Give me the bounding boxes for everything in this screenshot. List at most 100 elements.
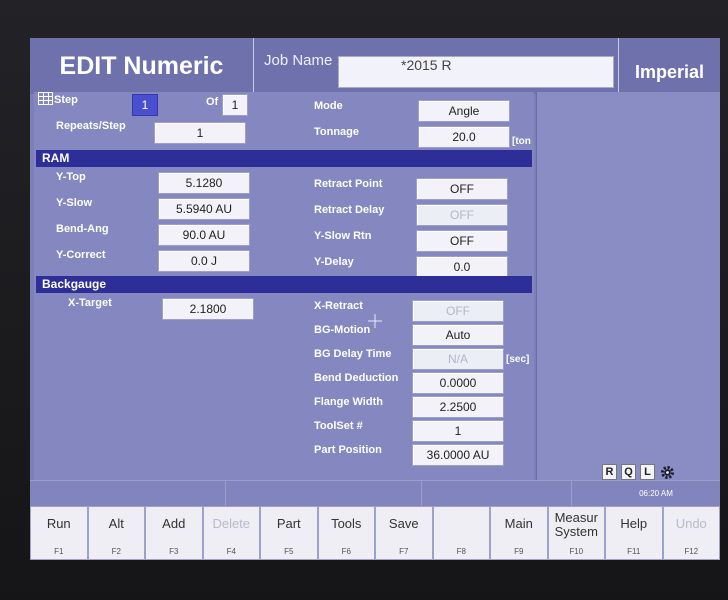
bend-deduction-label: Bend Deduction	[314, 372, 399, 384]
fkey-f7[interactable]: Save F7	[375, 506, 433, 560]
fkey-label: Add	[162, 516, 186, 531]
y-delay-label: Y-Delay	[314, 256, 354, 268]
backgauge-section-header: Backgauge	[36, 276, 532, 293]
fkey-f12: Undo F12	[662, 506, 720, 560]
gear-icon[interactable]	[659, 464, 676, 481]
status-cell	[30, 481, 226, 507]
step-label: Step	[54, 94, 78, 106]
bend-ang-field[interactable]: 90.0 AU	[158, 224, 250, 246]
function-key-bar: Run F1 Alt F2 Add F3 Delete F4 Part F5 Tools F6 Save…	[30, 506, 720, 560]
bg-motion-label: BG-Motion	[314, 324, 371, 336]
fkey-label: Undo	[675, 516, 707, 531]
units-indicator[interactable]: Imperial	[618, 38, 720, 94]
fkey-number: F7	[399, 547, 409, 556]
retract-point-field[interactable]: OFF	[416, 178, 508, 200]
y-top-field[interactable]: 5.1280	[158, 172, 250, 194]
job-name-area: Job Name : *2015 R	[254, 38, 618, 94]
fkey-f5[interactable]: Part F5	[260, 506, 318, 560]
retract-point-label: Retract Point	[314, 178, 383, 190]
fkey-number: F8	[456, 547, 466, 556]
y-slow-label: Y-Slow	[56, 197, 93, 209]
page-title: EDIT Numeric	[30, 38, 254, 94]
tonnage-unit: [ton	[512, 136, 531, 147]
mode-label: Mode	[314, 100, 343, 112]
l-button[interactable]: L	[640, 464, 655, 480]
fkey-label: Delete	[212, 516, 251, 531]
crosshair-cursor-icon	[368, 314, 382, 328]
fkey-number: F12	[684, 547, 699, 556]
y-slow-rtn-label: Y-Slow Rtn	[314, 230, 372, 242]
fkey-f11[interactable]: Help F11	[605, 506, 663, 560]
status-cell	[422, 481, 572, 507]
job-name-field[interactable]: *2015 R	[338, 56, 614, 88]
of-label: Of	[206, 96, 219, 108]
x-target-label: X-Target	[68, 297, 112, 309]
y-slow-field[interactable]: 5.5940 AU	[158, 198, 250, 220]
fkey-number: F2	[111, 547, 121, 556]
side-panel	[536, 92, 720, 480]
fkey-f1[interactable]: Run F1	[30, 506, 88, 560]
grid-icon	[38, 92, 53, 105]
bg-delay-time-label: BG Delay Time	[314, 348, 392, 360]
fkey-label: Main	[504, 516, 533, 531]
bend-deduction-field[interactable]: 0.0000	[412, 372, 504, 394]
y-top-label: Y-Top	[56, 171, 86, 183]
fkey-label: Alt	[108, 516, 124, 531]
fkey-f10[interactable]: Measur System F10	[547, 506, 605, 560]
toolset-field[interactable]: 1	[412, 420, 504, 442]
flange-width-label: Flange Width	[314, 396, 383, 408]
fkey-f3[interactable]: Add F3	[145, 506, 203, 560]
y-slow-rtn-field[interactable]: OFF	[416, 230, 508, 252]
of-field: 1	[222, 94, 248, 116]
fkey-number: F10	[569, 547, 584, 556]
fkey-number: F11	[627, 547, 641, 556]
part-position-label: Part Position	[314, 444, 382, 456]
fkey-label: Part	[276, 516, 301, 531]
job-name-label: Job Name :	[264, 52, 341, 69]
clock-display: 06:20 AM	[639, 489, 673, 498]
flange-width-field[interactable]: 2.2500	[412, 396, 504, 418]
fkey-f9[interactable]: Main F9	[490, 506, 548, 560]
x-retract-field: OFF	[412, 300, 504, 322]
toolset-label: ToolSet #	[314, 420, 363, 432]
fkey-f4: Delete F4	[202, 506, 260, 560]
mode-field[interactable]: Angle	[418, 100, 510, 122]
retract-delay-label: Retract Delay	[314, 204, 385, 216]
fkey-label: Run	[46, 516, 71, 531]
fkey-f8: F8	[432, 506, 490, 560]
fkey-number: F5	[284, 547, 294, 556]
fkey-number: F3	[169, 547, 179, 556]
fkey-label: Tools	[331, 516, 362, 531]
fkey-label: Help	[620, 516, 648, 531]
ram-section-header: RAM	[36, 150, 532, 167]
retract-delay-field: OFF	[416, 204, 508, 226]
step-field[interactable]: 1	[132, 94, 158, 116]
repeats-step-field[interactable]: 1	[154, 122, 246, 144]
status-bar: 06:20 AM	[30, 480, 720, 508]
screen: EDIT Numeric Job Name : *2015 R Imperial…	[30, 38, 720, 560]
edit-panel: Step 1 Of 1 Repeats/Step 1 Mode Angle To…	[34, 92, 534, 480]
fkey-label: Save	[388, 516, 419, 531]
tonnage-field[interactable]: 20.0	[418, 126, 510, 148]
y-delay-field[interactable]: 0.0	[416, 256, 508, 278]
q-button[interactable]: Q	[621, 464, 636, 480]
fkey-number: F1	[54, 547, 64, 556]
tonnage-label: Tonnage	[314, 126, 360, 138]
fkey-f6[interactable]: Tools F6	[317, 506, 375, 560]
fkey-number: F4	[226, 547, 236, 556]
status-cell	[226, 481, 422, 507]
bend-ang-label: Bend-Ang	[56, 223, 109, 235]
fkey-f2[interactable]: Alt F2	[87, 506, 145, 560]
y-correct-field[interactable]: 0.0 J	[158, 250, 250, 272]
bg-delay-time-unit: [sec]	[506, 354, 530, 365]
r-button[interactable]: R	[602, 464, 617, 480]
bg-delay-time-field: N/A	[412, 348, 504, 370]
bg-motion-field[interactable]: Auto	[412, 324, 504, 346]
x-retract-label: X-Retract	[314, 300, 363, 312]
fkey-label: Measur System	[554, 510, 598, 539]
fkey-number: F6	[341, 547, 351, 556]
fkey-number: F9	[514, 547, 524, 556]
part-position-field[interactable]: 36.0000 AU	[412, 444, 504, 466]
x-target-field[interactable]: 2.1800	[162, 298, 254, 320]
repeats-step-label: Repeats/Step	[56, 120, 126, 132]
